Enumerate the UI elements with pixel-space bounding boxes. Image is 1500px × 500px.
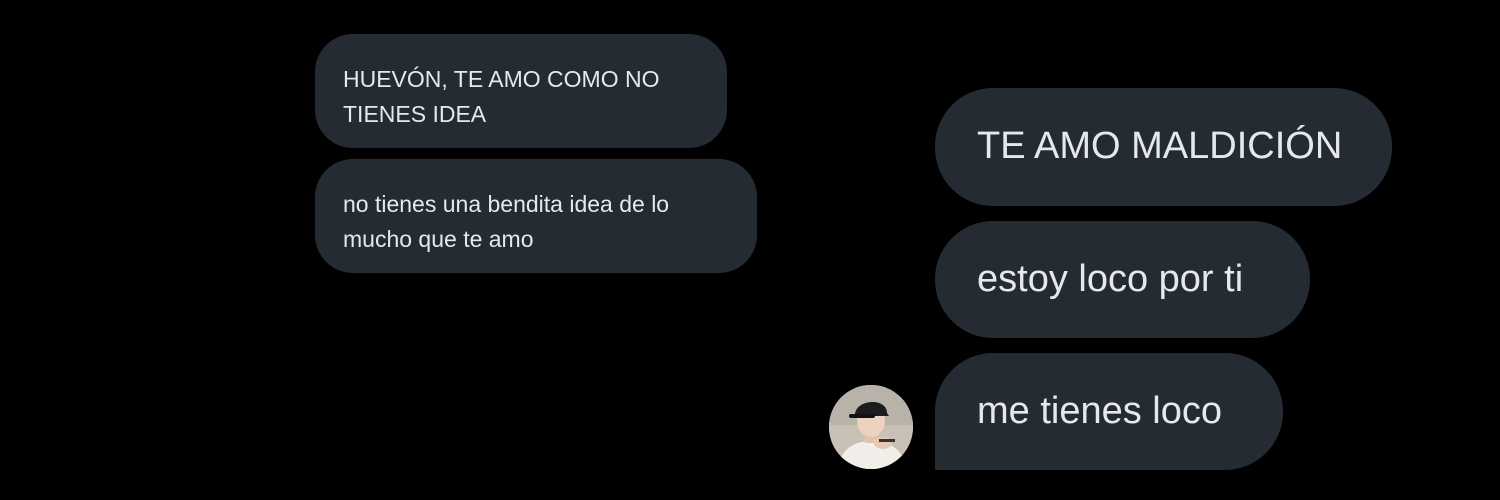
sent-message-bubble[interactable]: estoy loco por ti xyxy=(935,221,1310,338)
sent-message-bubble[interactable]: TE AMO MALDICIÓN xyxy=(935,88,1392,206)
message-text: estoy loco por ti xyxy=(977,258,1244,300)
message-text: me tienes loco xyxy=(977,390,1223,432)
user-photo-avatar-icon xyxy=(829,385,913,469)
message-text: TE AMO MALDICIÓN xyxy=(977,125,1343,167)
received-message-bubble[interactable]: no tienes una bendita idea de lo mucho q… xyxy=(315,159,757,273)
message-text: HUEVÓN, TE AMO COMO NO TIENES IDEA xyxy=(343,66,660,127)
user-avatar[interactable] xyxy=(829,385,913,469)
message-text: no tienes una bendita idea de lo mucho q… xyxy=(343,191,670,252)
received-message-bubble[interactable]: HUEVÓN, TE AMO COMO NO TIENES IDEA xyxy=(315,34,727,148)
sent-message-bubble[interactable]: me tienes loco xyxy=(935,353,1283,470)
